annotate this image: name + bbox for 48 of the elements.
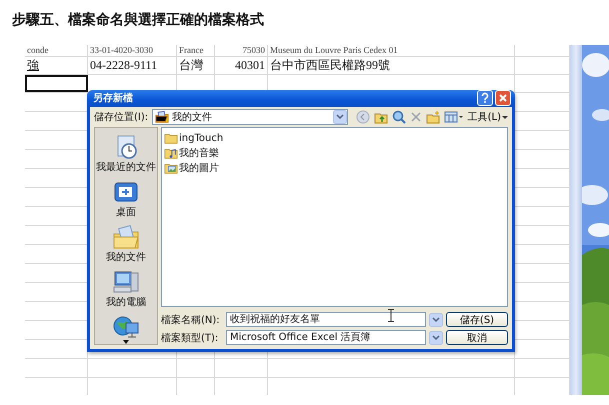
computer-icon: [112, 269, 140, 295]
places-item[interactable]: 我的電腦: [106, 269, 146, 309]
filetype-dropdown[interactable]: Microsoft Office Excel 活頁簿: [226, 330, 426, 345]
window-title: 另存新檔: [93, 91, 134, 106]
globe-computer-icon: [112, 314, 140, 340]
cancel-button[interactable]: 取消: [446, 330, 508, 345]
views-icon[interactable]: [444, 110, 464, 124]
folder-icon: [164, 146, 178, 160]
table-cell: conde: [25, 45, 88, 56]
table-cell: 04-2228-9111: [88, 57, 177, 74]
folder-icon: [164, 161, 178, 175]
location-dropdown[interactable]: 我的文件: [152, 108, 348, 125]
table-cell: 40301: [215, 57, 268, 74]
field-label: 儲存位置(I):: [94, 110, 148, 124]
close-icon[interactable]: [495, 90, 511, 106]
places-item[interactable]: 我最近的文件: [96, 134, 156, 174]
tools-menu[interactable]: 工具(L): [468, 110, 508, 124]
field-label: 檔案類型(T):: [161, 332, 220, 344]
table-cell: 台灣: [177, 57, 215, 74]
save-button[interactable]: 儲存(S): [446, 312, 508, 327]
table-cell: 台中市西區民權路99號: [268, 57, 515, 74]
table-cell: Museum du Louvre Paris Cedex 01: [268, 45, 515, 56]
file-item[interactable]: ingTouch: [164, 131, 224, 145]
field-label: 檔案名稱(N):: [161, 314, 221, 326]
table-cell: France: [177, 45, 215, 56]
folder-icon: [112, 224, 140, 250]
file-item[interactable]: 我的音樂: [164, 146, 219, 160]
dropdown-icon[interactable]: [429, 330, 443, 344]
file-item[interactable]: 我的圖片: [164, 161, 219, 175]
text-cursor-icon: [387, 309, 395, 322]
table-cell: 75030: [215, 45, 268, 56]
help-icon[interactable]: [477, 90, 493, 106]
selected-cell[interactable]: [25, 75, 88, 92]
places-item[interactable]: 我的文件: [106, 224, 146, 264]
search-icon[interactable]: [392, 110, 406, 124]
folder-icon: [155, 110, 170, 124]
caret-icon: [123, 340, 129, 345]
table-cell: 33-01-4020-3030: [88, 45, 177, 56]
dropdown-icon[interactable]: [429, 312, 443, 326]
caret-icon: [502, 114, 508, 120]
dropdown-icon[interactable]: [332, 110, 347, 124]
places-item[interactable]: 桌面: [112, 179, 140, 219]
places-item[interactable]: [112, 314, 140, 345]
new-folder-icon[interactable]: [426, 110, 440, 124]
filename-field[interactable]: 收到祝福的好友名單: [226, 312, 426, 327]
table-cell: 強: [25, 57, 88, 74]
page-heading: 步驟五、檔案命名與選擇正確的檔案格式: [12, 11, 264, 29]
folder-icon: [164, 131, 178, 145]
